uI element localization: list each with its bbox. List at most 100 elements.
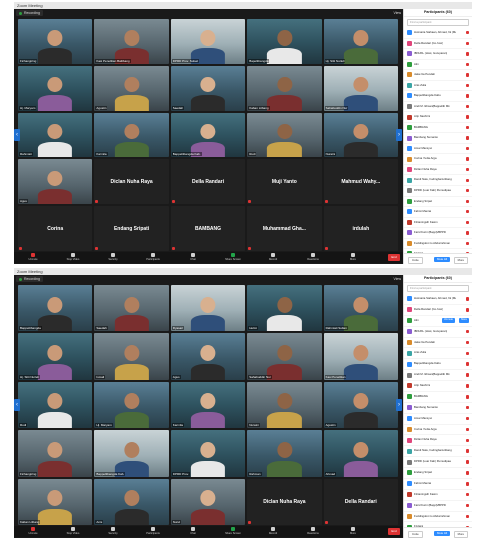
more-button[interactable]: More [342, 253, 364, 261]
stop-video-button[interactable]: Stop Video [62, 253, 84, 261]
participant-list-item[interactable]: Hotmaria Siahaan, Ahmad, hk (Me) [404, 294, 472, 305]
unmute-button[interactable]: Unmute [22, 253, 44, 261]
participant-video-tile[interactable]: Fichangiring [18, 430, 93, 477]
view-button[interactable]: View [393, 10, 401, 16]
participant-list-item[interactable]: DPRD (Luar Kab) Pemudipaa [404, 186, 472, 197]
participant-video-tile[interactable]: Bapelitbangda [247, 19, 322, 64]
participant-name-tile[interactable]: Diclan Nuha Raya [247, 478, 322, 525]
participant-list-item[interactable]: Della Randari (Co-host) [404, 305, 472, 316]
participant-video-tile[interactable]: Rudi [247, 112, 322, 158]
participant-video-tile[interactable]: Hj. Sitti Nurleli [18, 333, 93, 380]
participant-video-tile[interactable]: Agus [18, 159, 93, 205]
participant-name-tile[interactable]: Muhammad Gha... [247, 206, 322, 251]
participants-button[interactable]: Participants [142, 527, 164, 535]
participant-video-tile[interactable]: Bappelitbangda Kab. [170, 112, 246, 158]
participant-list-item[interactable]: IBNUKL (Host, Guruparan) [404, 49, 472, 60]
participant-video-tile[interactable]: Nuraini [247, 381, 322, 429]
participants-button[interactable]: Participants [142, 253, 164, 261]
participant-list-item[interactable]: Farid Kurni (Bappl)/BPPD [404, 228, 472, 239]
participant-video-tile[interactable]: Agustin [94, 65, 169, 111]
participant-video-tile[interactable]: Rudi [18, 381, 93, 429]
participant-name-tile[interactable]: Endang Sripati [94, 206, 169, 251]
participant-list-item[interactable]: Corina Yudia Arga [404, 425, 472, 436]
more-button[interactable]: More [342, 527, 364, 535]
participant-list-item[interactable]: Alm Unmute More [404, 316, 472, 327]
participant-list-item[interactable]: Hotmaria Siahaan, Ahmad, hk (Me) [404, 28, 472, 39]
participant-list-item[interactable]: BAMBANG [404, 123, 472, 134]
participant-search-input[interactable]: Find a participant [407, 285, 469, 292]
share-screen-button[interactable]: Share Screen [222, 253, 244, 261]
participant-list-item[interactable]: Fitrianingsih Kasim [404, 490, 472, 501]
participant-name-tile[interactable]: Diclan Nuha Raya [94, 159, 169, 205]
participant-video-tile[interactable]: Bappelitbangda [18, 285, 93, 332]
participant-video-tile[interactable]: Kaban Litbang [247, 65, 322, 111]
participant-video-tile[interactable]: Agus [170, 333, 246, 380]
mute-all-button[interactable]: Mute All [434, 530, 450, 536]
participant-list-item[interactable]: Anis Zulia [404, 81, 472, 92]
participant-list-item[interactable]: Anis Zulia [404, 348, 472, 360]
participant-list-item[interactable]: Fitrianingsih Kasim [404, 218, 472, 229]
reactions-button[interactable]: Reactions [302, 527, 324, 535]
participant-video-tile[interactable]: Karmila [170, 381, 246, 429]
participant-video-tile[interactable]: DPRD Prov. [170, 430, 246, 477]
participant-video-tile[interactable]: Fichangiring [18, 19, 93, 64]
panel-more-button[interactable]: More [453, 256, 468, 264]
participant-list-item[interactable]: Jaka rita Pendali [404, 70, 472, 81]
participant-video-tile[interactable]: Agustin [323, 381, 398, 429]
participant-search-input[interactable]: Find a participant [407, 19, 469, 26]
participant-list-item[interactable]: Dandi Natu, hodingbanLitbang [404, 175, 472, 186]
participant-video-tile[interactable]: Sahabuddin Nur [323, 65, 398, 111]
participant-name-tile[interactable]: Muji Yanto [247, 159, 322, 205]
recording-indicator[interactable]: Recording [16, 10, 43, 16]
participant-name-tile[interactable]: Corina [18, 206, 93, 251]
participant-video-tile[interactable]: Karmila [94, 112, 169, 158]
chat-button[interactable]: Chat [182, 253, 204, 261]
participant-list-item[interactable]: Della Randari (Co-host) [404, 39, 472, 50]
participant-list-item[interactable]: Bappelitbangda Kabu [404, 91, 472, 102]
participant-list-item[interactable]: Jaka rita Pendali [404, 338, 472, 349]
participant-name-tile[interactable]: Della Randari [170, 159, 246, 205]
invite-button[interactable]: Invite [408, 530, 423, 538]
participant-video-tile[interactable]: Hj. Maryam [94, 381, 169, 429]
participant-video-tile[interactable]: Ryasari [170, 285, 246, 332]
view-button[interactable]: View [393, 276, 401, 282]
participant-video-tile[interactable]: Kasi Penelitian [323, 333, 398, 380]
participant-list-item[interactable]: BAMBANG [404, 392, 472, 403]
unmute-button[interactable]: Unmute [22, 527, 44, 535]
participant-name-tile[interactable]: Mahmud Wahy... [323, 159, 398, 205]
participant-list-item[interactable]: Fahmi Manrai [404, 479, 472, 490]
stop-video-button[interactable]: Stop Video [62, 527, 84, 535]
record-button[interactable]: Record [262, 253, 284, 261]
participant-video-tile[interactable]: Saedah [94, 285, 169, 332]
participant-list-item[interactable]: Andi M. Ikhsan(Bappelitb Mk [404, 370, 472, 381]
participant-list-item[interactable]: IBNUKL (Host, Guruparan) [404, 327, 472, 338]
security-button[interactable]: Security [102, 253, 124, 261]
end-meeting-button[interactable]: End [388, 528, 400, 535]
participant-list-item[interactable]: Arip Nashirni [404, 381, 472, 392]
participant-name-tile[interactable]: irdulah [323, 206, 398, 251]
participant-list-item[interactable]: Dandi Natu, hodingbanLitbang [404, 446, 472, 458]
participant-video-tile[interactable]: Ismail [94, 333, 169, 380]
participant-video-tile[interactable]: Nurul [170, 478, 246, 525]
participant-video-tile[interactable]: Kaban Litbang [18, 478, 93, 525]
participant-video-tile[interactable]: Sahabuddin Nur [247, 333, 322, 380]
participant-list-item[interactable]: Corina Yudia Arga [404, 154, 472, 165]
participant-video-tile[interactable]: Nuraini [323, 112, 398, 158]
participant-video-tile[interactable]: Helmi [247, 285, 322, 332]
participant-list-item[interactable]: Endang Sripati [404, 197, 472, 208]
reactions-button[interactable]: Reactions [302, 253, 324, 261]
participant-list-item[interactable]: Amar Mansyur [404, 414, 472, 425]
participant-list-item[interactable]: Fahmi Manrai [404, 207, 472, 218]
participant-list-item[interactable]: Amar Mansyur [404, 144, 472, 155]
participant-video-tile[interactable]: Ahmad [323, 430, 398, 477]
participant-list-item[interactable]: DPRD (Luar Kab) Pemudipaa [404, 457, 472, 468]
participant-list-item[interactable]: Fuddingdoni to Abdurrahman [404, 512, 472, 523]
chat-button[interactable]: Chat [182, 527, 204, 535]
participant-list-item[interactable]: Bambang Sumanto [404, 133, 472, 144]
participant-unmute-button[interactable]: Unmute [441, 318, 455, 323]
participant-video-tile[interactable]: DPRD Prov. Sulsel [170, 19, 246, 64]
participant-video-tile[interactable]: Kasi Penelitian Balitbang [94, 19, 169, 64]
participant-video-tile[interactable]: Saedah [170, 65, 246, 111]
security-button[interactable]: Security [102, 527, 124, 535]
participant-list-item[interactable]: Alm [404, 60, 472, 71]
